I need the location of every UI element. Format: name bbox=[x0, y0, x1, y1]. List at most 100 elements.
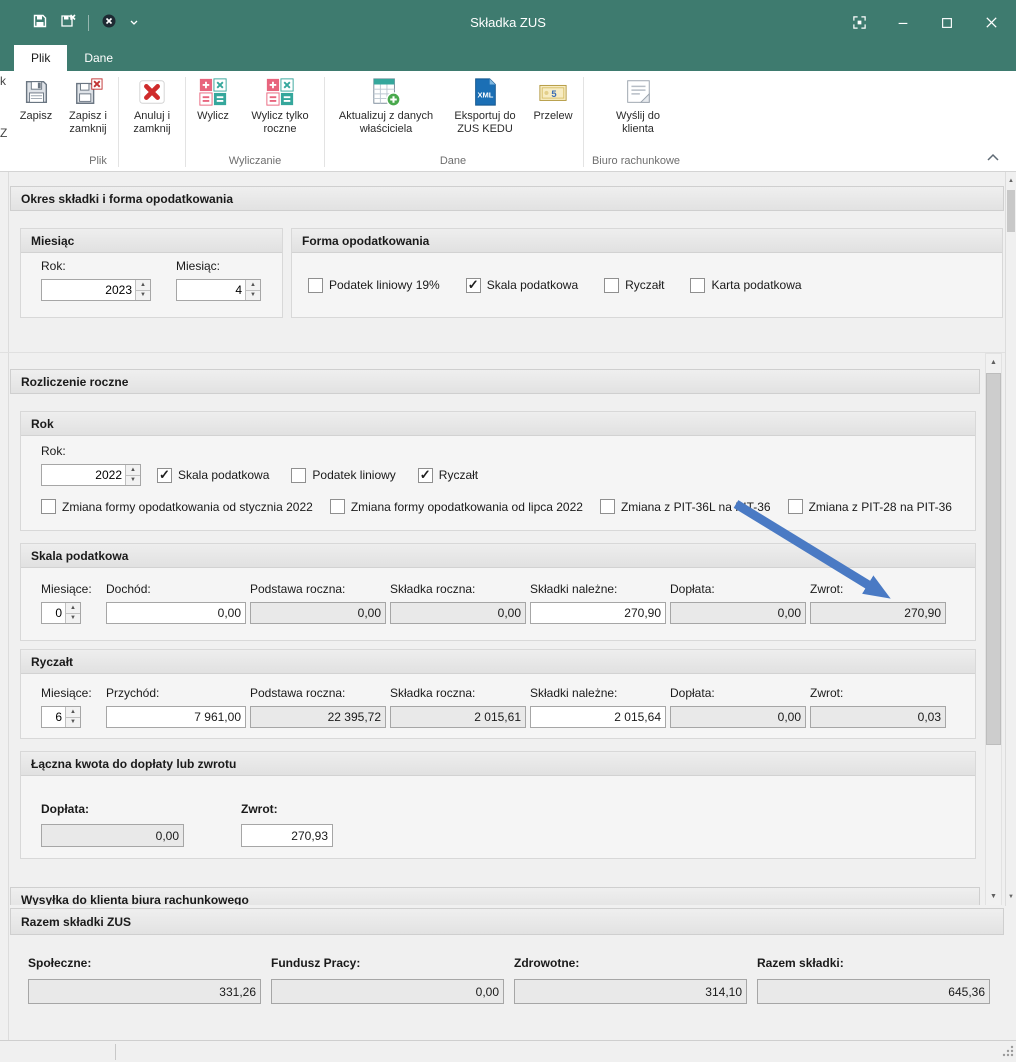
checkbox-box[interactable] bbox=[604, 278, 619, 293]
spin-up-icon[interactable]: ▲ bbox=[66, 707, 80, 717]
resize-grip[interactable] bbox=[1001, 1044, 1014, 1060]
spin-down-icon[interactable]: ▼ bbox=[66, 717, 80, 728]
spin-down-icon[interactable]: ▼ bbox=[246, 290, 260, 301]
qat-separator bbox=[88, 15, 89, 31]
checkbox-zmiana-lipca[interactable]: Zmiana formy opodatkowania od lipca 2022 bbox=[330, 499, 583, 514]
spin-up-icon[interactable]: ▲ bbox=[136, 280, 150, 290]
laczna-zwrot-input[interactable] bbox=[241, 824, 333, 847]
ryczalt-podstawa-input bbox=[250, 706, 386, 728]
przychod-label: Przychód: bbox=[106, 686, 246, 700]
calculate-button[interactable]: Wylicz bbox=[188, 75, 238, 123]
checkbox-karta-podatkowa[interactable]: Karta podatkowa bbox=[690, 278, 801, 293]
checkbox-box[interactable] bbox=[600, 499, 615, 514]
save-button[interactable]: Zapisz bbox=[12, 75, 60, 123]
groupbox-laczna-kwota: Łączna kwota do dopłaty lub zwrotu Dopła… bbox=[20, 751, 976, 859]
checkbox-box[interactable] bbox=[330, 499, 345, 514]
checkbox-box[interactable] bbox=[157, 468, 172, 483]
ryczalt-miesiace-input[interactable] bbox=[42, 707, 65, 727]
miesiac-input[interactable] bbox=[177, 280, 245, 300]
spoleczne-input bbox=[28, 979, 261, 1004]
ribbon-group-label-dane: Dane bbox=[440, 155, 466, 167]
tab-plik[interactable]: Plik bbox=[14, 45, 67, 71]
checkbox-skala-podatkowa[interactable]: Skala podatkowa bbox=[466, 278, 578, 293]
skladki-nalezne-label: Składki należne: bbox=[530, 686, 666, 700]
transfer-button[interactable]: 5 Przelew bbox=[525, 75, 581, 123]
checkbox-box[interactable] bbox=[41, 499, 56, 514]
checkbox-box[interactable] bbox=[308, 278, 323, 293]
fit-window-button[interactable] bbox=[844, 9, 874, 37]
groupbox-laczna-title: Łączna kwota do dopłaty lub zwrotu bbox=[21, 752, 975, 776]
qat-save-icon[interactable] bbox=[32, 13, 48, 32]
checkbox-roczny-ryczalt[interactable]: Ryczałt bbox=[418, 468, 478, 483]
ribbon-separator bbox=[185, 77, 186, 167]
close-button[interactable] bbox=[976, 9, 1006, 37]
spin-down-icon[interactable]: ▼ bbox=[126, 475, 140, 486]
window-controls bbox=[844, 0, 1006, 45]
checkbox-zmiana-pit28[interactable]: Zmiana z PIT-28 na PIT-36 bbox=[788, 499, 952, 514]
skala-zwrot-input bbox=[810, 602, 946, 624]
spin-down-icon[interactable]: ▼ bbox=[136, 290, 150, 301]
window-titlebar: Składka ZUS bbox=[0, 0, 1016, 45]
skala-dochod-input[interactable] bbox=[106, 602, 246, 624]
checkbox-podatek-liniowy-19[interactable]: Podatek liniowy 19% bbox=[308, 278, 440, 293]
scrollbar-thumb[interactable] bbox=[986, 373, 1001, 745]
tab-dane[interactable]: Dane bbox=[67, 45, 130, 71]
checkbox-roczny-liniowy[interactable]: Podatek liniowy bbox=[291, 468, 395, 483]
calculator-icon bbox=[198, 77, 228, 107]
rok-roczny-input[interactable] bbox=[42, 465, 125, 485]
scroll-up-icon[interactable]: ▲ bbox=[986, 354, 1001, 371]
rok-spinner[interactable]: ▲▼ bbox=[41, 279, 151, 301]
miesiac-spinner[interactable]: ▲▼ bbox=[176, 279, 261, 301]
doplata-label: Dopłata: bbox=[670, 582, 806, 596]
spin-up-icon[interactable]: ▲ bbox=[126, 465, 140, 475]
skala-miesiace-input[interactable] bbox=[42, 603, 65, 623]
checkbox-box[interactable] bbox=[466, 278, 481, 293]
groupbox-forma-title: Forma opodatkowania bbox=[292, 229, 1002, 253]
spin-up-icon[interactable]: ▲ bbox=[66, 603, 80, 613]
checkbox-box[interactable] bbox=[788, 499, 803, 514]
checkbox-roczny-skala[interactable]: Skala podatkowa bbox=[157, 468, 269, 483]
scroll-down-icon[interactable]: ▼ bbox=[1006, 890, 1016, 904]
scrollbar-thumb[interactable] bbox=[1007, 190, 1015, 232]
ryczalt-przychod-input[interactable] bbox=[106, 706, 246, 728]
zwrot-label: Zwrot: bbox=[810, 686, 946, 700]
checkbox-zmiana-pit36l[interactable]: Zmiana z PIT-36L na PIT-36 bbox=[600, 499, 771, 514]
ribbon-group-label-biuro: Biuro rachunkowe bbox=[592, 155, 680, 167]
miesiac-label: Miesiąc: bbox=[176, 259, 261, 273]
skladka-roczna-label: Składka roczna: bbox=[390, 582, 526, 596]
checkbox-zmiana-stycznia[interactable]: Zmiana formy opodatkowania od stycznia 2… bbox=[41, 499, 313, 514]
checkbox-ryczalt[interactable]: Ryczałt bbox=[604, 278, 664, 293]
ribbon-group-label-wyliczanie: Wyliczanie bbox=[229, 155, 281, 167]
ribbon: Zapisz Zapisz i zamknij Anuluj i zamknij… bbox=[0, 71, 1016, 172]
skala-miesiace-spinner[interactable]: ▲▼ bbox=[41, 602, 81, 624]
scroll-down-icon[interactable]: ▼ bbox=[986, 888, 1001, 905]
ryczalt-nalezne-input[interactable] bbox=[530, 706, 666, 728]
maximize-button[interactable] bbox=[932, 9, 962, 37]
ryczalt-skladka-input bbox=[390, 706, 526, 728]
spin-down-icon[interactable]: ▼ bbox=[66, 613, 80, 624]
skala-nalezne-input[interactable] bbox=[530, 602, 666, 624]
minimize-button[interactable] bbox=[888, 9, 918, 37]
send-to-client-button[interactable]: Wyślij do klienta bbox=[586, 75, 690, 136]
ribbon-collapse-button[interactable] bbox=[986, 151, 1000, 165]
outer-vertical-scrollbar[interactable]: ▲ ▼ bbox=[1005, 172, 1016, 906]
qat-dropdown-icon[interactable] bbox=[129, 16, 139, 30]
calculate-yearly-only-button[interactable]: Wylicz tylko roczne bbox=[238, 75, 322, 136]
vertical-scrollbar[interactable]: ▲ ▼ bbox=[985, 353, 1002, 905]
qat-save-close-icon[interactable] bbox=[60, 13, 76, 32]
cancel-and-close-button[interactable]: Anuluj i zamknij bbox=[121, 75, 183, 136]
rok-input[interactable] bbox=[42, 280, 135, 300]
export-zus-kedu-button[interactable]: XML Eksportuj do ZUS KEDU bbox=[445, 75, 525, 136]
update-from-owner-button[interactable]: Aktualizuj z danych właściciela bbox=[327, 75, 445, 136]
qat-cancel-icon[interactable] bbox=[101, 13, 117, 32]
checkbox-box[interactable] bbox=[418, 468, 433, 483]
podstawa-roczna-label: Podstawa roczna: bbox=[250, 582, 386, 596]
scroll-up-icon[interactable]: ▲ bbox=[1006, 174, 1016, 188]
save-and-close-button[interactable]: Zapisz i zamknij bbox=[60, 75, 116, 136]
rok-roczny-spinner[interactable]: ▲▼ bbox=[41, 464, 141, 486]
spin-up-icon[interactable]: ▲ bbox=[246, 280, 260, 290]
ryczalt-miesiace-spinner[interactable]: ▲▼ bbox=[41, 706, 81, 728]
checkbox-box[interactable] bbox=[291, 468, 306, 483]
checkbox-box[interactable] bbox=[690, 278, 705, 293]
skala-podstawa-input bbox=[250, 602, 386, 624]
